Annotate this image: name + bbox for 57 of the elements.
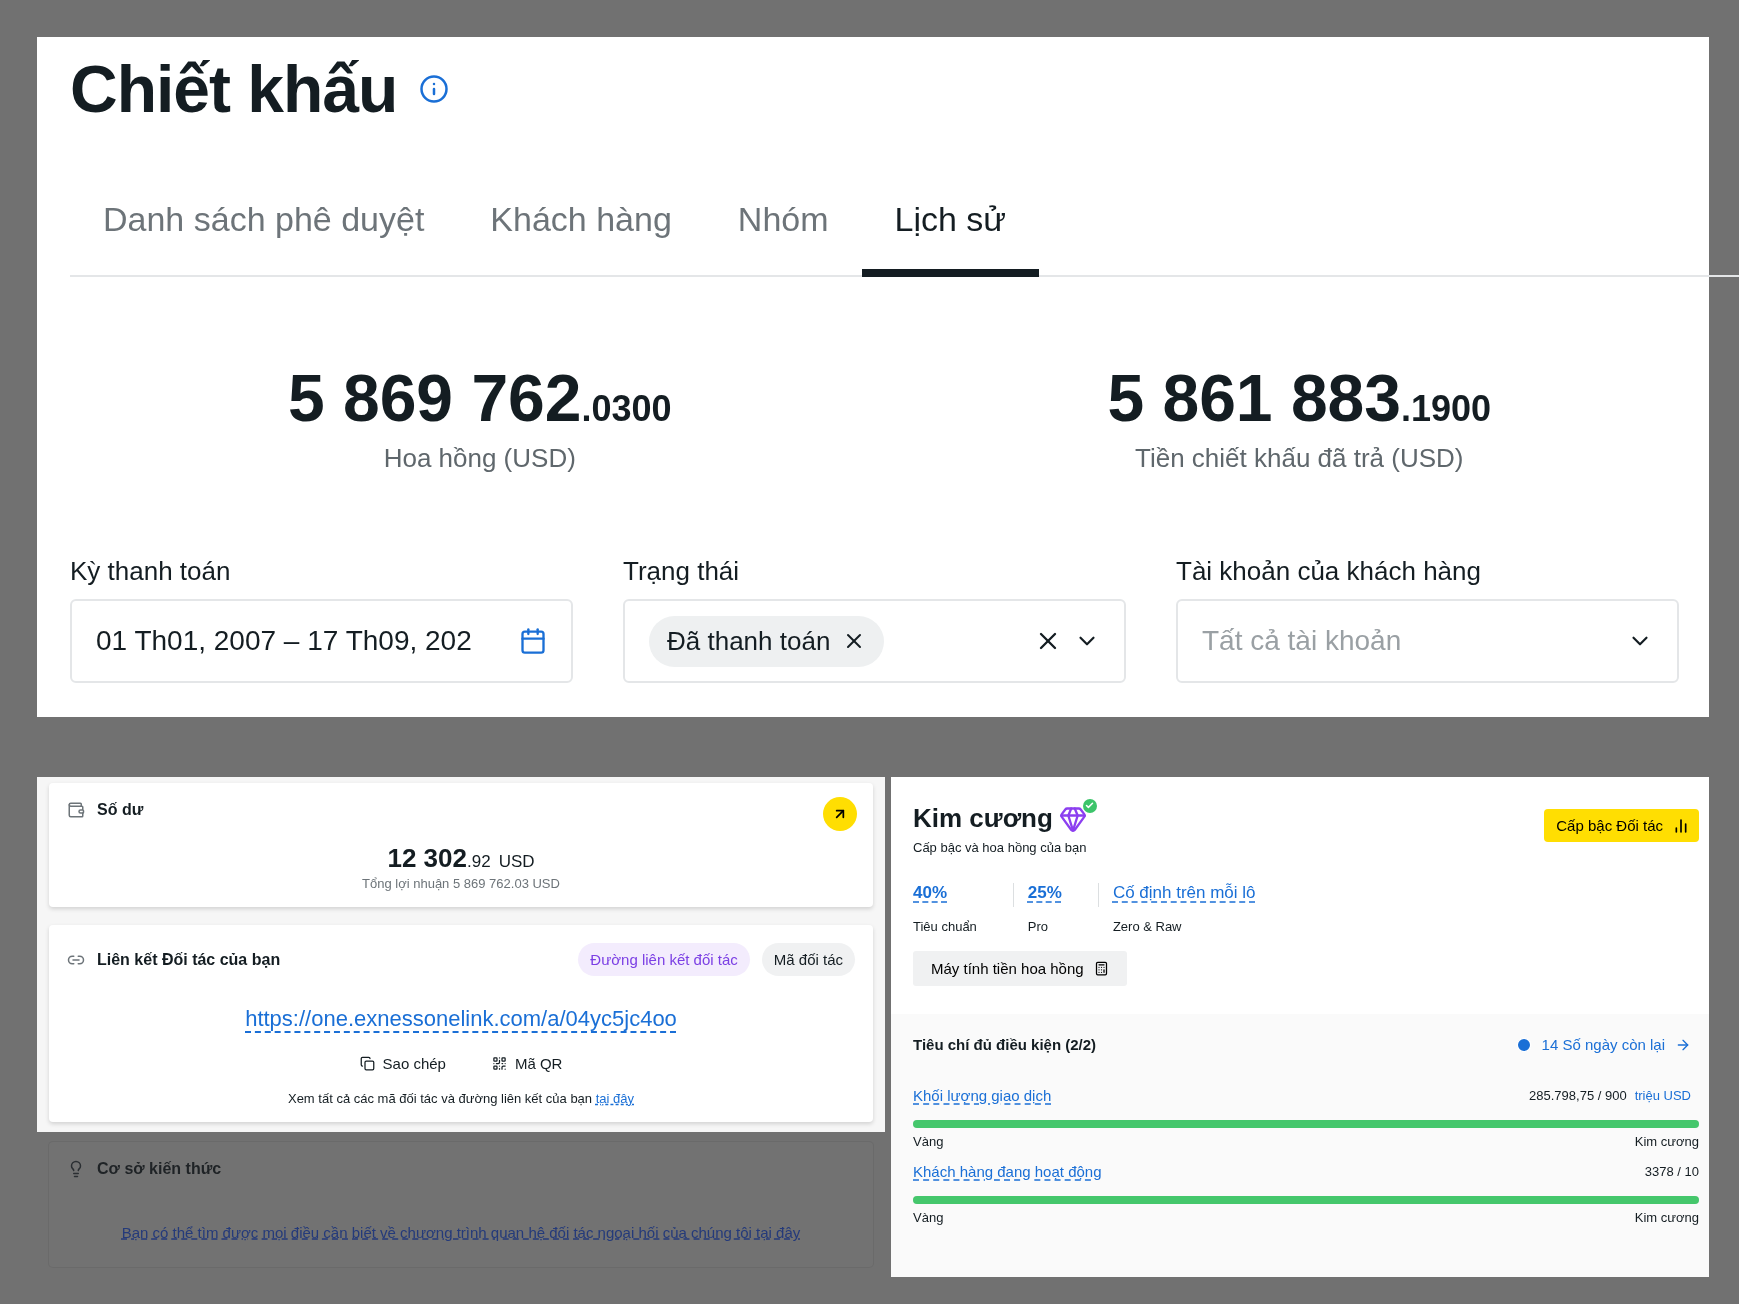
info-icon[interactable] bbox=[419, 74, 450, 104]
rate-value[interactable]: 25% bbox=[1027, 883, 1062, 903]
tab[interactable]: Khách hàng bbox=[457, 189, 705, 277]
action-button[interactable]: Sao chép bbox=[353, 1054, 452, 1073]
note-text: Xem tất cả các mã đối tác và đường liên kết của bạn tại đây bbox=[287, 1091, 635, 1106]
calculator-button[interactable]: Máy tính tiền hoa hồng bbox=[913, 951, 1127, 986]
page-title: Chiết khấu bbox=[70, 51, 398, 127]
end-tier-label: Kim cương bbox=[1634, 1210, 1699, 1225]
days-left-link[interactable]: 14 Số ngày còn lại bbox=[1515, 1036, 1691, 1053]
tab[interactable]: Nhóm bbox=[704, 189, 862, 277]
stat-label: Hoa hồng (USD) bbox=[383, 443, 576, 474]
calendar-icon[interactable] bbox=[519, 627, 547, 655]
stat-value: 5 869 762.0300 bbox=[287, 365, 672, 431]
rate-label: Tiêu chuẩn bbox=[913, 919, 977, 934]
stat-label: Tiền chiết khấu đã trả (USD) bbox=[1135, 443, 1464, 474]
criterion-link[interactable]: Khách hàng đang hoạt động bbox=[913, 1163, 1102, 1180]
criterion-link[interactable]: Khối lượng giao dịch bbox=[913, 1087, 1052, 1104]
tier-subtitle: Cấp bậc và hoa hồng của bạn bbox=[913, 840, 1087, 855]
status-chip: Đã thanh toán bbox=[649, 615, 885, 667]
partner-tier-button[interactable]: Cấp bậc Đối tác bbox=[1544, 809, 1699, 842]
filter-label: Tài khoản của khách hàng bbox=[1176, 556, 1482, 587]
open-button[interactable] bbox=[823, 797, 857, 831]
toggle-option[interactable]: Mã đối tác bbox=[761, 943, 855, 976]
toggle-option[interactable]: Đường liên kết đối tác bbox=[578, 943, 750, 976]
date-range-field[interactable]: 01 Th01, 2007 – 17 Th09, 202 bbox=[70, 599, 573, 683]
rate-value[interactable]: 40% bbox=[913, 883, 977, 903]
diamond-icon bbox=[1058, 804, 1087, 833]
select-placeholder: Tất cả tài khoản bbox=[1202, 625, 1403, 657]
calculator-icon bbox=[1093, 961, 1109, 976]
rate-label: Zero & Raw bbox=[1112, 919, 1183, 934]
balance-value: 12 302.92 USD bbox=[387, 843, 535, 874]
copy-icon bbox=[359, 1056, 375, 1071]
card-title: Liên kết Đối tác của bạn bbox=[97, 950, 281, 969]
action-button[interactable]: Mã QR bbox=[485, 1054, 569, 1073]
bar-chart-icon bbox=[1673, 817, 1689, 834]
qr-code-icon bbox=[491, 1056, 507, 1071]
status-select[interactable]: Đã thanh toán bbox=[623, 599, 1126, 683]
criteria-title: Tiêu chí đủ điều kiện (2/2) bbox=[913, 1036, 1097, 1053]
date-range-value: 01 Th01, 2007 – 17 Th09, 202 bbox=[96, 625, 473, 657]
end-tier-label: Kim cương bbox=[1634, 1134, 1699, 1149]
tab[interactable]: Lịch sử bbox=[861, 189, 1040, 277]
stat-value: 5 861 883.1900 bbox=[1107, 365, 1492, 431]
partner-url-link[interactable]: https://one.exnessonelink.com/a/04yc5jc4oo bbox=[245, 1006, 677, 1032]
filter-label: Kỳ thanh toán bbox=[70, 556, 232, 587]
total-profit: Tổng lợi nhuận 5 869 762.03 USD bbox=[362, 876, 560, 891]
card-title: Số dư bbox=[97, 801, 144, 819]
tab[interactable]: Danh sách phê duyệt bbox=[70, 189, 458, 277]
here-link[interactable]: tại đây bbox=[595, 1091, 635, 1106]
start-tier-label: Vàng bbox=[913, 1210, 944, 1225]
tier-name: Kim cương bbox=[913, 803, 1053, 834]
filter-label: Trạng thái bbox=[623, 556, 741, 587]
wallet-icon bbox=[67, 801, 85, 819]
account-select[interactable]: Tất cả tài khoản bbox=[1176, 599, 1679, 683]
rate-label: Pro bbox=[1027, 919, 1050, 934]
rate-value[interactable]: Cố định trên mỗi lô bbox=[1112, 883, 1256, 903]
start-tier-label: Vàng bbox=[913, 1134, 944, 1149]
card-title: Cơ sở kiến thức bbox=[97, 1160, 222, 1178]
